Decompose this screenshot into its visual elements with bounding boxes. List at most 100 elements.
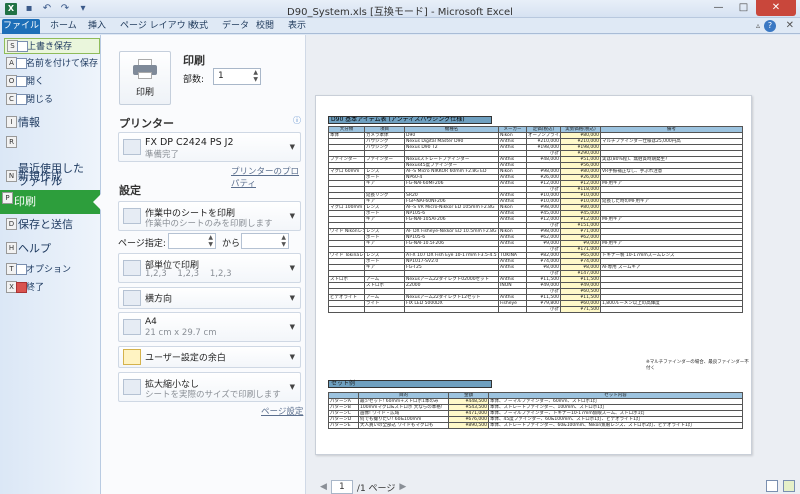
- nav-open-label: 開く: [26, 77, 45, 87]
- orientation-dropdown[interactable]: 横方向 ▼: [118, 287, 301, 309]
- set-examples-title: セット例: [328, 380, 492, 388]
- copies-spinner[interactable]: 1 ▲ ▼: [213, 68, 261, 85]
- spinner-arrows-icon[interactable]: ▲ ▼: [208, 234, 213, 248]
- margins-dropdown[interactable]: ユーザー設定の余白 ▼: [118, 346, 301, 368]
- print-button-label: 印刷: [135, 88, 154, 98]
- table-cell: ワイド Nikonレンズ: [328, 228, 365, 235]
- printer-dropdown[interactable]: FX DP C2424 PS J2 準備完了 ▼: [118, 132, 301, 162]
- info-icon[interactable]: ⓘ: [293, 115, 301, 126]
- tab-file[interactable]: ファイル: [2, 19, 40, 34]
- table-cell: [364, 306, 405, 313]
- set-table-row: パターンE 大人買いの全部込 ワイドもマクロも ¥890,500 本体、ストレートファ…: [328, 422, 743, 429]
- nav-close-label: 閉じる: [26, 95, 54, 105]
- printer-properties-link[interactable]: プリンターのプロパティ: [231, 165, 305, 189]
- tab-view[interactable]: 表示: [288, 19, 306, 34]
- set-table-cell: 大人買いの全部込 ワイドもマクロも: [358, 422, 449, 429]
- keytip: D: [6, 218, 17, 230]
- settings-section-heading: 設定: [119, 184, 141, 197]
- print-what-dropdown[interactable]: 作業中のシートを印刷 作業中のシートのみを印刷します ▼: [118, 201, 301, 231]
- nav-new[interactable]: N 新規作成: [4, 170, 100, 183]
- backstage-nav: S 上書き保存 A 名前を付けて保存 O 開く C 閉じる I 情報 R 最近使…: [0, 35, 101, 494]
- help-icon[interactable]: ?: [764, 20, 776, 32]
- minimize-button[interactable]: —: [706, 0, 731, 16]
- collate-icon: [123, 260, 141, 276]
- table-cell: [600, 306, 743, 313]
- exit-icon: [16, 282, 27, 293]
- table-cell: AF-S VR Micro-Nikkor ED 105mm F2.8G: [404, 204, 499, 211]
- scaling-dropdown[interactable]: 拡大縮小なし シートを実際のサイズで印刷します ▼: [118, 372, 301, 402]
- nav-help[interactable]: H ヘルプ: [4, 242, 100, 255]
- chevron-down-icon: ▼: [289, 212, 295, 220]
- chevron-down-icon: ▼: [289, 323, 295, 331]
- spinner-arrows-icon[interactable]: ▲ ▼: [253, 69, 258, 83]
- window-title: D90_System.xls [互換モード] - Microsoft Excel: [287, 7, 513, 18]
- tab-review[interactable]: 校閲: [256, 19, 274, 34]
- nav-open[interactable]: O 開く: [4, 74, 100, 90]
- page-to-input[interactable]: ▲ ▼: [241, 233, 289, 249]
- tab-data[interactable]: データ: [222, 19, 249, 34]
- nav-info[interactable]: I 情報: [4, 116, 100, 129]
- save-icon: [17, 41, 28, 52]
- table-cell: AF DX Fisheye-Nikkor ED 10.5mm F2.8G: [404, 228, 499, 235]
- scaling-icon: [123, 379, 141, 395]
- page-navigator: ◀ 1 /1 ページ ▶: [320, 480, 406, 494]
- keytip: H: [6, 242, 17, 254]
- close-button[interactable]: ✕: [756, 0, 796, 16]
- page-from-input[interactable]: ▲ ▼: [168, 233, 216, 249]
- nav-print[interactable]: P 印刷: [0, 190, 101, 214]
- table-cell: ワイド Tokinaレンズ: [328, 252, 365, 259]
- printer-status: 準備完了: [145, 150, 180, 160]
- spinner-arrows-icon[interactable]: ▲ ▼: [281, 234, 286, 248]
- chevron-down-icon: ▼: [289, 143, 295, 151]
- minimize-ribbon-icon[interactable]: ▵: [756, 21, 760, 30]
- tab-formulas[interactable]: 数式: [190, 19, 208, 34]
- tab-page-layout[interactable]: ページ レイアウト: [120, 19, 195, 34]
- table-cell: オープンプライス: [526, 132, 561, 139]
- next-page-icon[interactable]: ▶: [399, 482, 406, 492]
- set-table-cell: 100mmマクロ&ストロボ 大ならの本格!: [358, 404, 449, 411]
- paper-size-dropdown[interactable]: A4 21 cm x 29.7 cm ▼: [118, 312, 301, 342]
- table-cell: マクロ 60mm: [328, 168, 365, 175]
- sheet-title: D90 基本アイテム表 (アンティスハウジング仕様): [328, 116, 492, 124]
- print-settings-panel: 印刷 印刷 部数: 1 ▲ ▼ プリンター ⓘ FX DP C2424 PS J2…: [101, 35, 306, 494]
- close-workbook-icon[interactable]: ✕: [786, 20, 794, 31]
- margins-label: ユーザー設定の余白: [145, 353, 226, 364]
- table-cell: [498, 306, 527, 313]
- tab-home[interactable]: ホーム: [50, 19, 77, 34]
- close-doc-icon: [16, 94, 27, 105]
- nav-new-label: 新規作成: [18, 170, 62, 183]
- maximize-button[interactable]: □: [731, 0, 756, 16]
- printer-icon: [133, 59, 157, 79]
- current-page-input[interactable]: 1: [330, 480, 353, 494]
- table-row: 小計 ¥71,500: [328, 306, 743, 313]
- nav-exit[interactable]: X 終了: [4, 280, 100, 296]
- table-cell: マクロ 100mm: [328, 204, 365, 211]
- collate-dropdown[interactable]: 部単位で印刷 1,2,3 1,2,3 1,2,3 ▼: [118, 253, 301, 283]
- nav-close[interactable]: C 閉じる: [4, 92, 100, 108]
- print-preview-area: D90 基本アイテム表 (アンティスハウジング仕様) 大分類 項目 機種名 メーカー定…: [306, 35, 800, 494]
- paper-size-label: A4: [145, 317, 157, 327]
- nav-info-label: 情報: [18, 116, 40, 129]
- chevron-down-icon: ▼: [289, 353, 295, 361]
- set-table-cell: ¥890,500: [448, 422, 489, 429]
- nav-print-label: 印刷: [14, 195, 36, 208]
- printer-section-heading: プリンター: [119, 117, 174, 130]
- copies-value: 1: [218, 71, 224, 81]
- page-setup-link[interactable]: ページ設定: [261, 405, 303, 417]
- set-table-cell: 最少セット! 60mm+ストロボ1本のみ: [358, 398, 449, 405]
- scaling-desc: シートを実際のサイズで印刷します: [145, 390, 281, 400]
- table-cell: Nexusアーム22ダイレクト02000セット: [404, 276, 499, 283]
- print-button[interactable]: 印刷: [119, 51, 171, 105]
- tab-insert[interactable]: 挿入: [88, 19, 106, 34]
- nav-options[interactable]: T オプション: [4, 262, 100, 278]
- prev-page-icon[interactable]: ◀: [320, 482, 327, 492]
- nav-options-label: オプション: [26, 265, 72, 275]
- items-table: 大分類 項目 機種名 メーカー 定価(税込) 実勢価格(税込) 備考 本体 カメラ本体 D90 N…: [328, 126, 743, 313]
- table-cell: ¥71,500: [560, 306, 601, 313]
- collate-desc: 1,2,3 1,2,3 1,2,3: [145, 269, 232, 279]
- nav-save-as[interactable]: A 名前を付けて保存: [4, 56, 100, 72]
- zoom-to-page-icon[interactable]: [783, 480, 795, 492]
- nav-save[interactable]: S 上書き保存: [4, 38, 100, 54]
- nav-save-send[interactable]: D 保存と送信: [4, 218, 100, 231]
- show-margins-icon[interactable]: [766, 480, 778, 492]
